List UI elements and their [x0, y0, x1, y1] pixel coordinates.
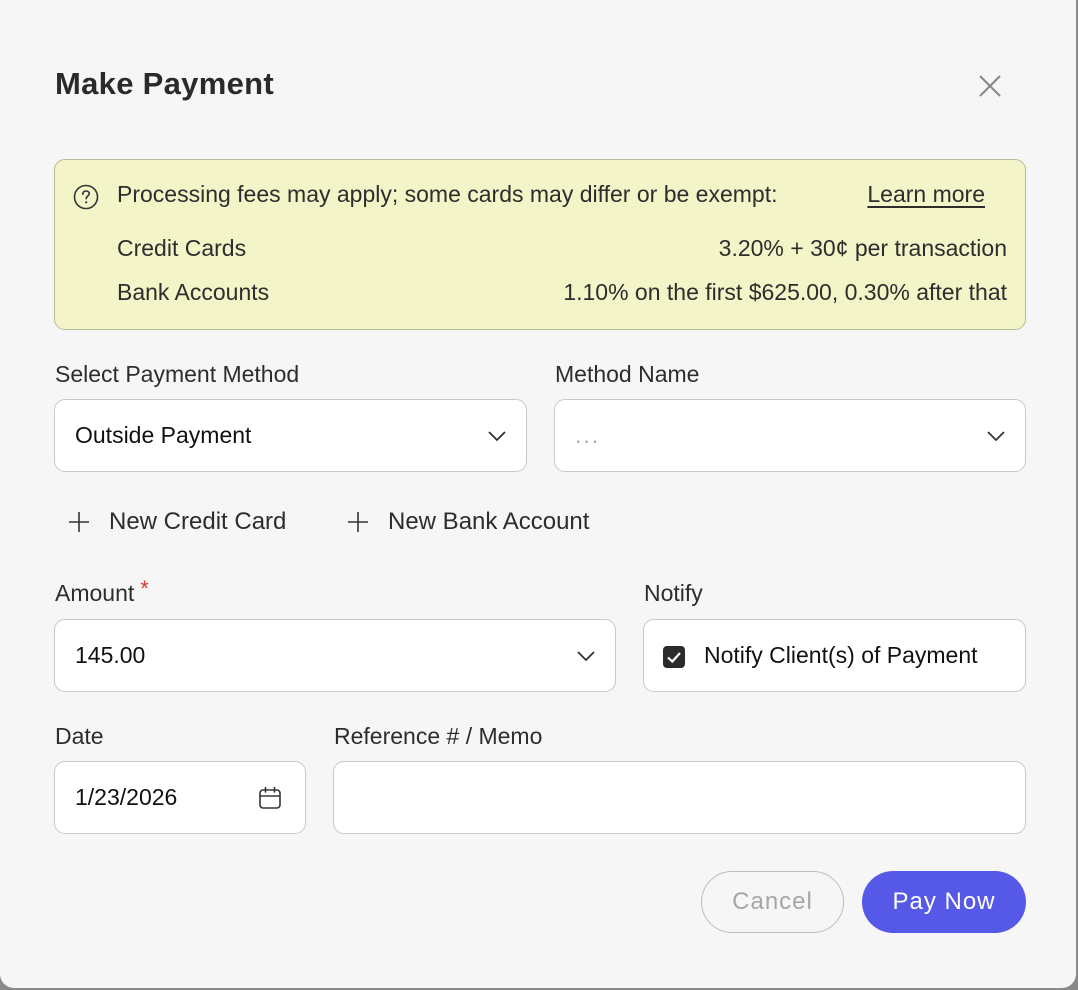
notify-field: Notify Client(s) of Payment — [643, 619, 1026, 692]
calendar-icon[interactable] — [257, 785, 283, 811]
notify-checkbox[interactable] — [663, 646, 685, 668]
notify-label: Notify — [644, 580, 703, 606]
payment-method-select[interactable]: Outside Payment — [54, 399, 527, 472]
date-value: 1/23/2026 — [75, 784, 178, 810]
method-name-label: Method Name — [555, 361, 700, 387]
make-payment-dialog: Make Payment Processing fees may apply; … — [0, 0, 1076, 988]
cancel-button[interactable]: Cancel — [701, 871, 844, 933]
learn-more-link[interactable]: Learn more — [867, 181, 985, 208]
fees-notice-text: Processing fees may apply; some cards ma… — [117, 181, 778, 207]
chevron-down-icon — [488, 431, 506, 442]
date-input[interactable]: 1/23/2026 — [54, 761, 306, 834]
fee-name: Bank Accounts — [117, 279, 270, 305]
payment-method-label: Select Payment Method — [55, 361, 300, 387]
memo-input[interactable] — [333, 761, 1026, 834]
amount-label-text: Amount — [55, 580, 135, 606]
fee-name: Credit Cards — [117, 235, 247, 261]
fee-rate: 3.20% + 30¢ per transaction — [718, 235, 1007, 261]
amount-value: 145.00 — [75, 642, 146, 668]
check-icon — [667, 652, 681, 664]
method-name-placeholder: ... — [575, 422, 601, 448]
question-circle-icon — [73, 184, 99, 210]
required-marker: * — [140, 576, 149, 601]
method-name-select[interactable]: ... — [554, 399, 1026, 472]
new-credit-card-label: New Credit Card — [109, 508, 287, 535]
new-bank-account-button[interactable]: New Bank Account — [347, 508, 589, 536]
plus-icon — [348, 512, 368, 532]
dialog-title: Make Payment — [55, 66, 274, 101]
plus-icon — [69, 512, 89, 532]
notify-checkbox-label[interactable]: Notify Client(s) of Payment — [704, 642, 978, 669]
amount-input[interactable]: 145.00 — [54, 619, 616, 692]
chevron-down-icon — [577, 651, 595, 662]
close-button[interactable] — [974, 70, 1006, 102]
fee-rate: 1.10% on the first $625.00, 0.30% after … — [563, 279, 1007, 305]
close-icon — [979, 75, 1001, 97]
date-label: Date — [55, 723, 104, 749]
processing-fees-notice: Processing fees may apply; some cards ma… — [54, 159, 1026, 330]
chevron-down-icon — [987, 431, 1005, 442]
new-bank-account-label: New Bank Account — [388, 508, 590, 535]
payment-method-value: Outside Payment — [75, 422, 252, 448]
amount-label: Amount * — [55, 576, 149, 607]
memo-label: Reference # / Memo — [334, 723, 543, 749]
new-credit-card-button[interactable]: New Credit Card — [68, 508, 286, 536]
pay-now-button[interactable]: Pay Now — [862, 871, 1026, 933]
